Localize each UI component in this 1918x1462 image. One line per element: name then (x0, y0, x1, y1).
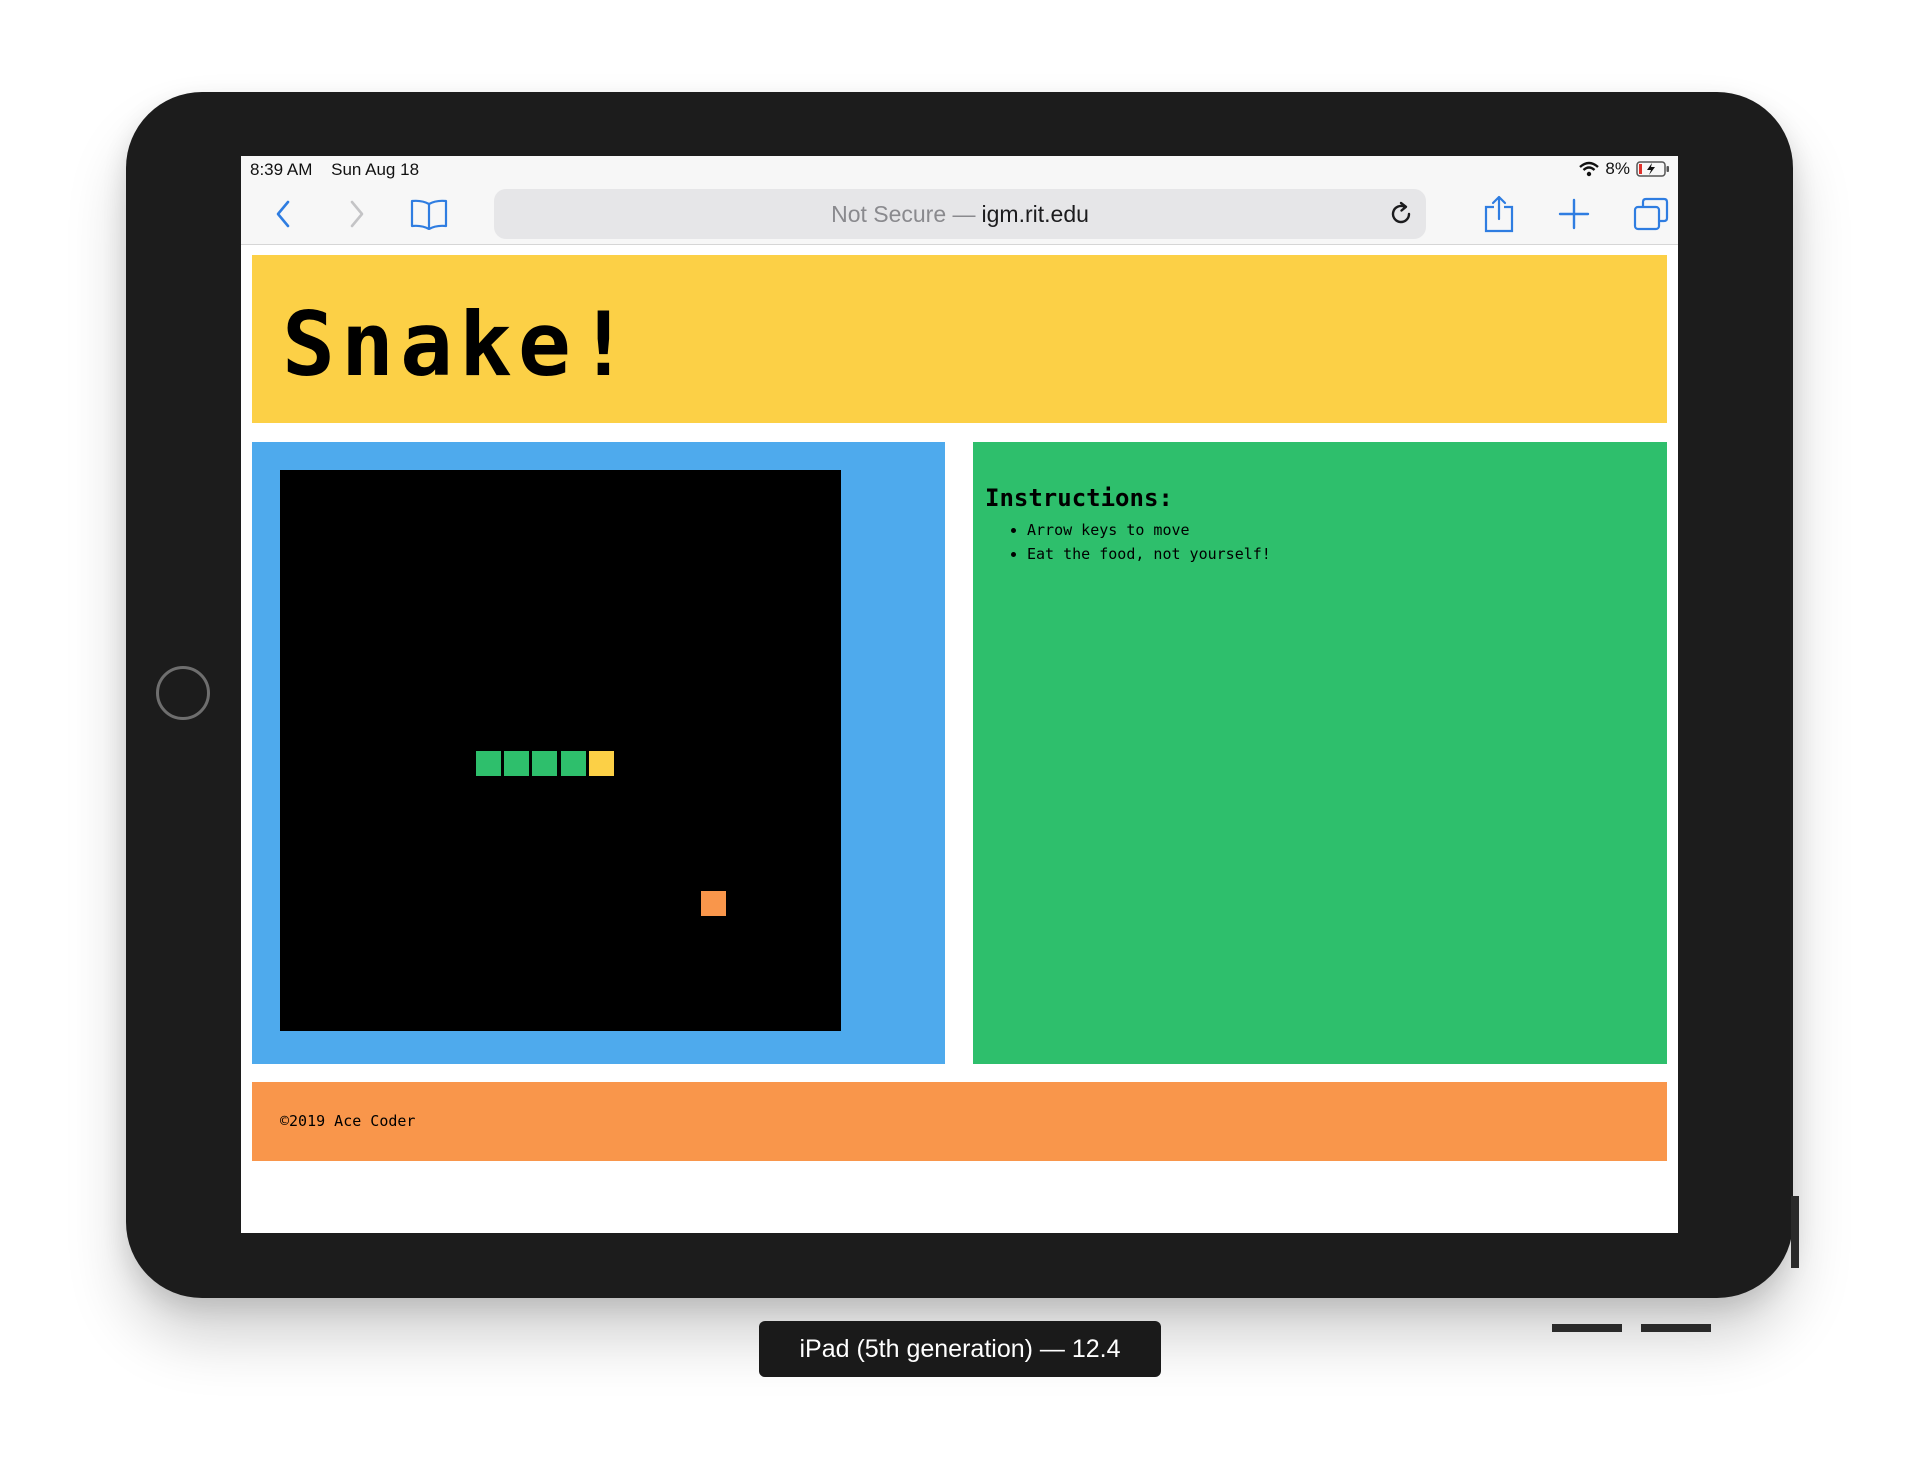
tabs-icon[interactable] (1631, 196, 1671, 232)
volume-button (1791, 1196, 1799, 1268)
device-caption: iPad (5th generation) — 12.4 (759, 1321, 1161, 1377)
status-date: Sun Aug 18 (331, 160, 420, 179)
bottom-button-right (1641, 1324, 1711, 1332)
snake-food (700, 890, 726, 916)
status-bar: 8:39 AM Sun Aug 18 8% (241, 156, 1678, 182)
url-domain: igm.rit.edu (981, 200, 1089, 227)
forward-icon[interactable] (337, 196, 377, 232)
battery-percent: 8% (1605, 159, 1630, 178)
page-header: Snake! (252, 255, 1667, 423)
status-time: 8:39 AM (250, 160, 313, 179)
url-bar[interactable]: Not Secure — igm.rit.edu (494, 189, 1426, 239)
back-icon[interactable] (263, 196, 303, 232)
new-tab-icon[interactable] (1554, 196, 1594, 232)
page-footer: ©2019 Ace Coder (252, 1082, 1667, 1161)
url-security-label: Not Secure — (831, 200, 976, 227)
instruction-item: Eat the food, not yourself! (1027, 542, 1271, 566)
instructions-heading: Instructions: (985, 484, 1173, 512)
game-canvas[interactable] (280, 470, 841, 1031)
bottom-button-left (1552, 1324, 1622, 1332)
browser-toolbar: Not Secure — igm.rit.edu (241, 182, 1678, 245)
reload-icon[interactable] (1386, 199, 1416, 229)
instruction-item: Arrow keys to move (1027, 518, 1271, 542)
game-panel (252, 442, 945, 1064)
home-button[interactable] (156, 666, 210, 720)
page-title: Snake! (282, 293, 636, 396)
snake-body-segment (476, 750, 502, 776)
instructions-list: Arrow keys to move Eat the food, not you… (985, 518, 1271, 566)
snake-body-segment (532, 750, 558, 776)
snake-body-segment (560, 750, 586, 776)
footer-text: ©2019 Ace Coder (280, 1112, 416, 1130)
device-screen: 8:39 AM Sun Aug 18 8% Not Secure — igm.r… (241, 156, 1678, 1233)
instructions-panel: Instructions: Arrow keys to move Eat the… (973, 442, 1667, 1064)
bookmarks-icon[interactable] (409, 196, 449, 232)
snake-body-segment (504, 750, 530, 776)
snake-head (588, 750, 614, 776)
battery-charging-icon (1636, 161, 1669, 177)
web-page: Snake! Instructions: Arrow keys to move … (241, 245, 1678, 1233)
share-icon[interactable] (1479, 195, 1519, 233)
wifi-icon (1579, 161, 1600, 177)
